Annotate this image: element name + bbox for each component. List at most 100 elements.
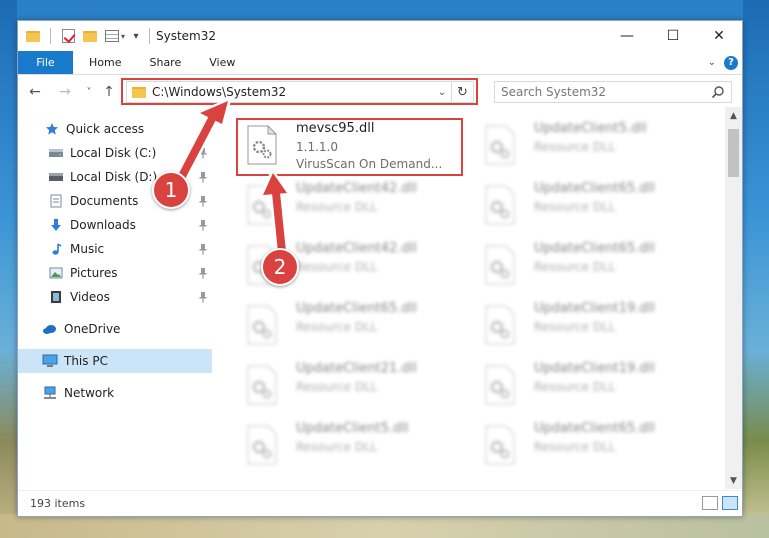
file-type: Resource DLL — [296, 320, 378, 334]
file-name: UpdateClient42.dll — [296, 241, 417, 256]
pin-icon[interactable] — [198, 195, 208, 207]
up-button[interactable]: ↑ — [98, 81, 120, 103]
tab-share[interactable]: Share — [135, 51, 195, 74]
maximize-button[interactable]: ☐ — [650, 21, 696, 51]
music-icon — [48, 242, 64, 256]
desktop-background-right — [743, 0, 769, 538]
pin-icon[interactable] — [198, 291, 208, 303]
tab-home[interactable]: Home — [73, 51, 135, 74]
customize-toolbar-icon[interactable]: ▾ — [101, 21, 129, 51]
sidebar-item-videos[interactable]: Videos — [18, 285, 212, 309]
dll-file-icon — [485, 245, 515, 285]
dll-file-icon — [485, 305, 515, 345]
file-tile[interactable]: UpdateClient5.dll Resource DLL — [476, 119, 706, 175]
search-placeholder: Search System32 — [501, 85, 607, 99]
navigation-pane: Quick access Local Disk (C:) Local Disk … — [18, 117, 212, 489]
chevron-down-icon[interactable]: ▾ — [129, 21, 143, 51]
status-bar: 193 items — [18, 490, 742, 516]
sidebar-item-label: Downloads — [70, 218, 136, 232]
sidebar-item-label: Network — [64, 386, 115, 400]
file-tile[interactable]: UpdateClient21.dll Resource DLL — [238, 359, 468, 415]
sidebar-item-quick-access[interactable]: Quick access — [18, 117, 212, 141]
sidebar-item-label: Videos — [70, 290, 110, 304]
dll-file-icon — [247, 305, 277, 345]
properties-check-icon[interactable] — [57, 21, 79, 51]
sidebar-item-label: Local Disk (C:) — [70, 146, 157, 160]
file-tile[interactable]: UpdateClient65.dll Resource DLL — [238, 299, 468, 355]
minimize-button[interactable]: — — [604, 21, 650, 51]
file-name: UpdateClient42.dll — [296, 181, 417, 196]
sidebar-item-music[interactable]: Music — [18, 237, 212, 261]
expand-ribbon-icon[interactable]: ⌄ — [708, 57, 716, 68]
vertical-scrollbar[interactable]: ▲ ▼ — [725, 107, 742, 489]
tab-view[interactable]: View — [195, 51, 249, 74]
forward-button[interactable]: → — [54, 81, 76, 103]
sidebar-item-label: OneDrive — [64, 322, 121, 336]
sidebar-item-downloads[interactable]: Downloads — [18, 213, 212, 237]
file-tile[interactable]: UpdateClient65.dll Resource DLL — [476, 179, 706, 235]
pin-icon[interactable] — [198, 171, 208, 183]
pin-icon[interactable] — [198, 267, 208, 279]
pin-icon[interactable] — [198, 243, 208, 255]
recent-locations-button[interactable]: ˅ — [78, 81, 100, 103]
scroll-down-icon[interactable]: ▼ — [725, 472, 742, 489]
pin-icon[interactable] — [198, 147, 208, 159]
sidebar-item-this-pc[interactable]: This PC — [18, 349, 212, 373]
file-name: UpdateClient65.dll — [296, 301, 417, 316]
file-tile[interactable]: UpdateClient65.dll Resource DLL — [476, 419, 706, 475]
address-highlight-box — [121, 78, 478, 105]
dll-file-icon — [485, 365, 515, 405]
tiles-view-icon[interactable] — [722, 496, 738, 510]
star-icon — [44, 122, 60, 136]
close-button[interactable]: ✕ — [696, 21, 742, 51]
downloads-icon — [48, 218, 64, 232]
help-icon[interactable]: ? — [724, 55, 738, 70]
file-tile[interactable]: UpdateClient42.dll Resource DLL — [238, 179, 468, 235]
file-name: UpdateClient5.dll — [534, 121, 647, 136]
pictures-icon — [48, 266, 64, 280]
file-type: Resource DLL — [534, 440, 616, 454]
search-input[interactable]: Search System32 — [494, 81, 732, 103]
file-tile[interactable]: UpdateClient19.dll Resource DLL — [476, 359, 706, 415]
title-bar: ▾ ▾ System32 — ☐ ✕ — [18, 21, 742, 51]
details-view-icon[interactable] — [702, 496, 718, 510]
file-tile[interactable]: UpdateClient5.dll Resource DLL — [238, 419, 468, 475]
dll-file-icon — [485, 125, 515, 165]
sidebar-item-onedrive[interactable]: OneDrive — [18, 317, 212, 341]
dll-file-icon — [247, 185, 277, 225]
back-button[interactable]: ← — [24, 81, 46, 103]
pin-icon[interactable] — [198, 219, 208, 231]
quick-access-separator — [50, 28, 51, 44]
file-name: UpdateClient19.dll — [534, 361, 655, 376]
callout-2: 2 — [261, 248, 299, 286]
desktop-background-bottom — [0, 514, 769, 538]
sidebar-item-label: Quick access — [66, 122, 145, 136]
file-tile[interactable]: UpdateClient65.dll Resource DLL — [476, 239, 706, 295]
scroll-up-icon[interactable]: ▲ — [725, 107, 742, 124]
drive-icon — [48, 170, 64, 184]
videos-icon — [48, 290, 64, 304]
scroll-thumb[interactable] — [728, 129, 739, 177]
file-name: UpdateClient19.dll — [534, 301, 655, 316]
sidebar-item-pictures[interactable]: Pictures — [18, 261, 212, 285]
window-title: System32 — [156, 29, 217, 43]
sidebar-item-network[interactable]: Network — [18, 381, 212, 405]
file-tile[interactable]: UpdateClient19.dll Resource DLL — [476, 299, 706, 355]
cloud-icon — [42, 322, 58, 336]
dll-file-icon — [485, 425, 515, 465]
file-name: UpdateClient65.dll — [534, 241, 655, 256]
tab-file[interactable]: File — [18, 51, 73, 74]
search-icon[interactable] — [711, 85, 725, 99]
sidebar-item-label: Music — [70, 242, 105, 256]
sidebar-item-label: Pictures — [70, 266, 118, 280]
dll-file-icon — [247, 365, 277, 405]
sidebar-item-label: This PC — [64, 354, 108, 368]
documents-icon — [48, 194, 64, 208]
file-highlight-box — [236, 118, 463, 176]
file-type: Resource DLL — [534, 320, 616, 334]
new-folder-icon[interactable] — [79, 21, 101, 51]
file-type: Resource DLL — [534, 140, 616, 154]
sidebar-item-label: Documents — [70, 194, 139, 208]
sidebar-item-local-disk-c[interactable]: Local Disk (C:) — [18, 141, 212, 165]
file-name: UpdateClient65.dll — [534, 181, 655, 196]
